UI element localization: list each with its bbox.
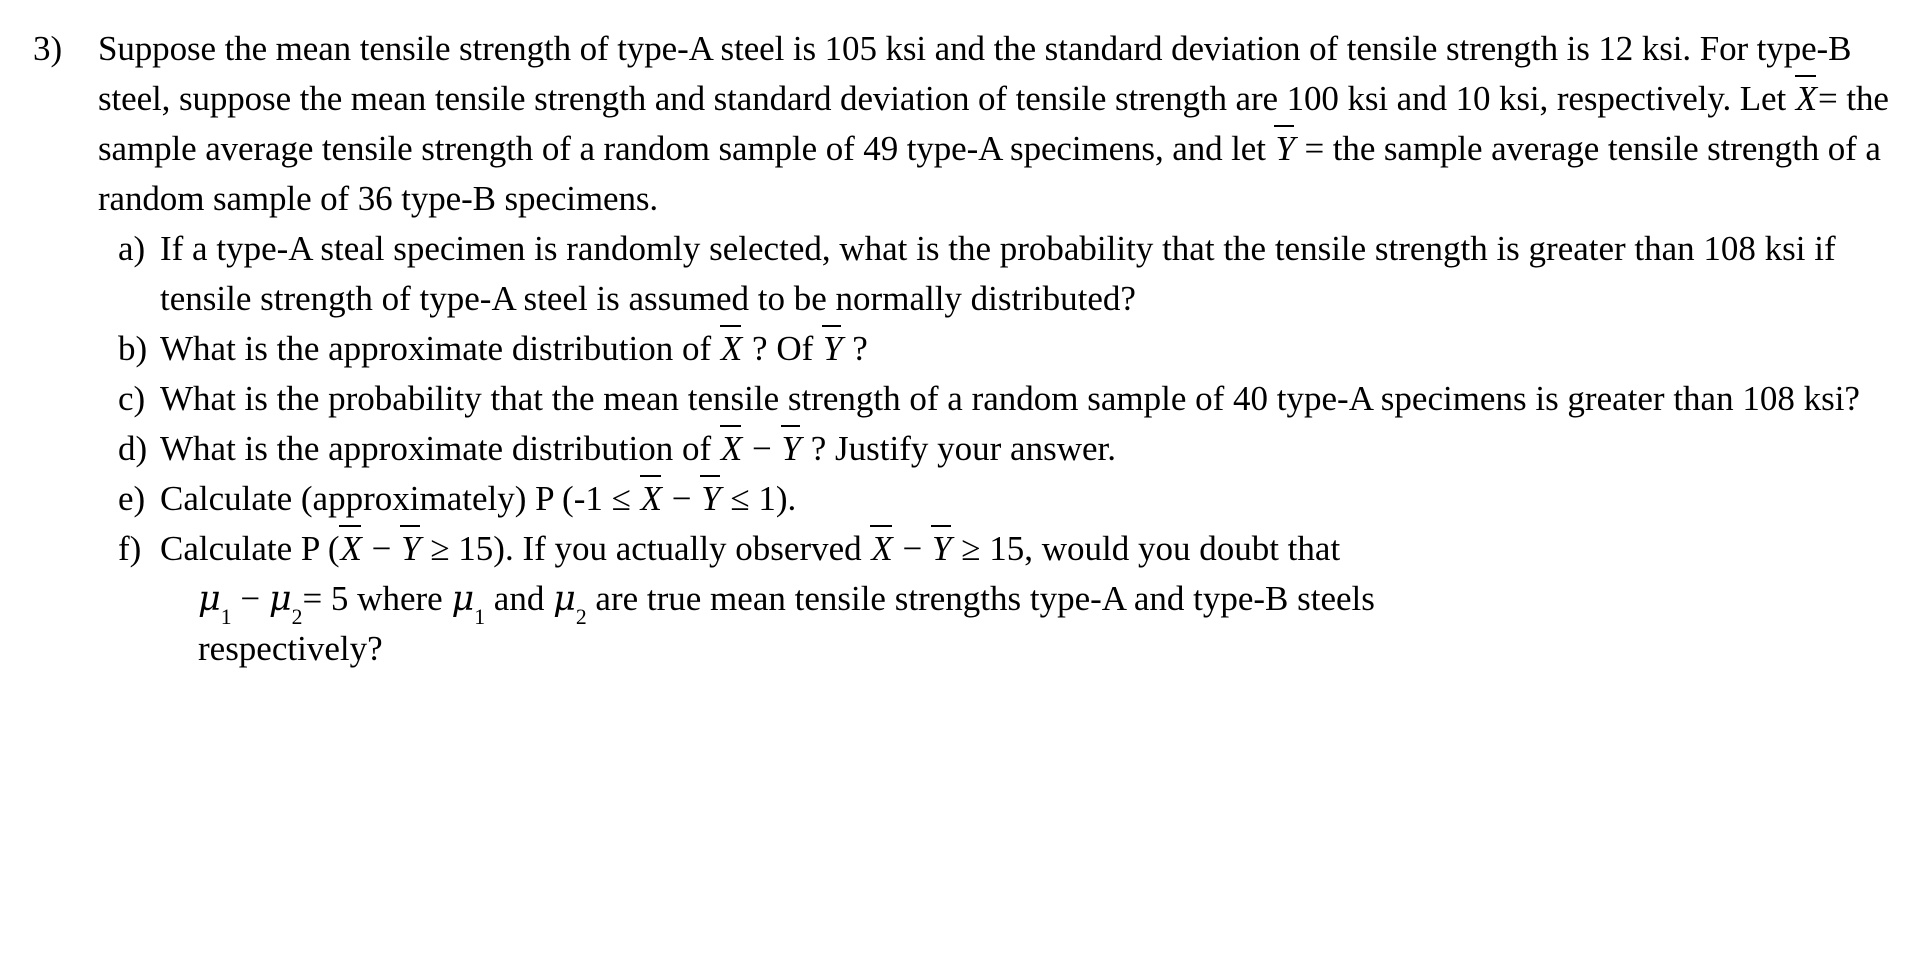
mu-3-subscript: 1 (474, 605, 486, 630)
list-item: a) If a type-A steal specimen is randoml… (98, 224, 1918, 324)
x-bar-symbol: X (339, 524, 362, 574)
mu-1-symbol: μ1 (198, 579, 232, 630)
problem-block: 3) Suppose the mean tensile strength of … (0, 24, 1918, 674)
subitem-text-d: What is the approximate distribution of … (150, 424, 1918, 474)
mu-2-subscript: 2 (291, 605, 303, 630)
subitem-text-a: If a type-A steal specimen is randomly s… (160, 229, 1836, 318)
stem-part-1: Suppose the mean tensile strength of typ… (98, 29, 1852, 118)
list-item: f) Calculate P (X − Y ≥ 15). If you actu… (98, 524, 1918, 674)
x-bar-symbol: X (639, 474, 663, 524)
subitem-f-mid-2: ≥ 15, would you doubt that (952, 529, 1341, 568)
y-bar-symbol: Y (700, 474, 721, 524)
subitem-b-mid: ? Of (743, 329, 822, 368)
subitem-b-post: ? (843, 329, 868, 368)
mu-4-subscript: 2 (575, 605, 587, 630)
mu-3-symbol: μ1 (451, 579, 486, 630)
problem-subitem-list: a) If a type-A steal specimen is randoml… (98, 224, 1918, 674)
subitem-label-c: c) (118, 379, 146, 418)
list-item: b) What is the approximate distribution … (98, 324, 1918, 374)
subitem-d-post: ? Justify your answer. (802, 429, 1116, 468)
subitem-f-minus-2: − (893, 529, 932, 568)
subitem-label-d: d) (118, 429, 148, 468)
y-bar-symbol: Y (931, 524, 952, 574)
list-item: c) What is the probability that the mean… (98, 374, 1918, 424)
subitem-label-e: e) (118, 479, 146, 518)
subitem-label-b: b) (118, 329, 148, 368)
mu-1-subscript: 1 (220, 605, 232, 630)
y-bar-symbol: Y (822, 324, 843, 374)
x-bar-symbol: X (1794, 74, 1818, 124)
subitem-f-pre: Calculate P ( (160, 529, 340, 568)
subitem-f-last-line: respectively? (198, 629, 383, 668)
problem-stem-row: 3) Suppose the mean tensile strength of … (0, 24, 1918, 224)
list-item: e) Calculate (approximately) P (-1 ≤ X −… (98, 474, 1918, 524)
y-bar-symbol: Y (1274, 124, 1295, 174)
subitem-text-f: Calculate P (X − Y ≥ 15). If you actuall… (150, 524, 1918, 674)
subitem-f-mu-tail: = 5 where (302, 579, 452, 618)
mu-4-symbol: μ2 (553, 579, 587, 630)
subitem-f-mid-1: ≥ 15). If you actually observed (421, 529, 871, 568)
problem-number: 3) (33, 29, 63, 68)
list-item: d) What is the approximate distribution … (98, 424, 1918, 474)
problem-stem-text: Suppose the mean tensile strength of typ… (98, 24, 1918, 224)
subitem-text-c: What is the probability that the mean te… (160, 379, 1860, 418)
subitem-d-minus: − (743, 429, 781, 468)
subitem-f-mu-and: and (485, 579, 554, 618)
subitem-d-pre: What is the approximate distribution of (160, 429, 720, 468)
x-bar-symbol: X (719, 424, 743, 474)
subitem-f-minus-1: − (362, 529, 401, 568)
subitem-e-pre: Calculate (approximately) P (-1 ≤ (160, 479, 640, 518)
subitem-label-a: a) (118, 229, 146, 268)
x-bar-symbol: X (719, 324, 743, 374)
subitem-text-e: Calculate (approximately) P (-1 ≤ X − Y … (150, 474, 1918, 524)
subitem-f-mu-rest: are true mean tensile strengths type-A a… (586, 579, 1375, 618)
y-bar-symbol: Y (400, 524, 421, 574)
mu-2-symbol: μ2 (268, 579, 303, 630)
x-bar-symbol: X (870, 524, 893, 574)
subitem-text-b: What is the approximate distribution of … (150, 324, 1918, 374)
subitem-e-minus: − (662, 479, 701, 518)
document-page: 3) Suppose the mean tensile strength of … (0, 0, 1918, 964)
subitem-b-pre: What is the approximate distribution of (160, 329, 720, 368)
subitem-label-f: f) (118, 529, 142, 568)
y-bar-symbol: Y (780, 424, 802, 474)
subitem-e-post: ≤ 1). (721, 479, 797, 518)
subitem-f-mu-join: − (231, 579, 269, 618)
